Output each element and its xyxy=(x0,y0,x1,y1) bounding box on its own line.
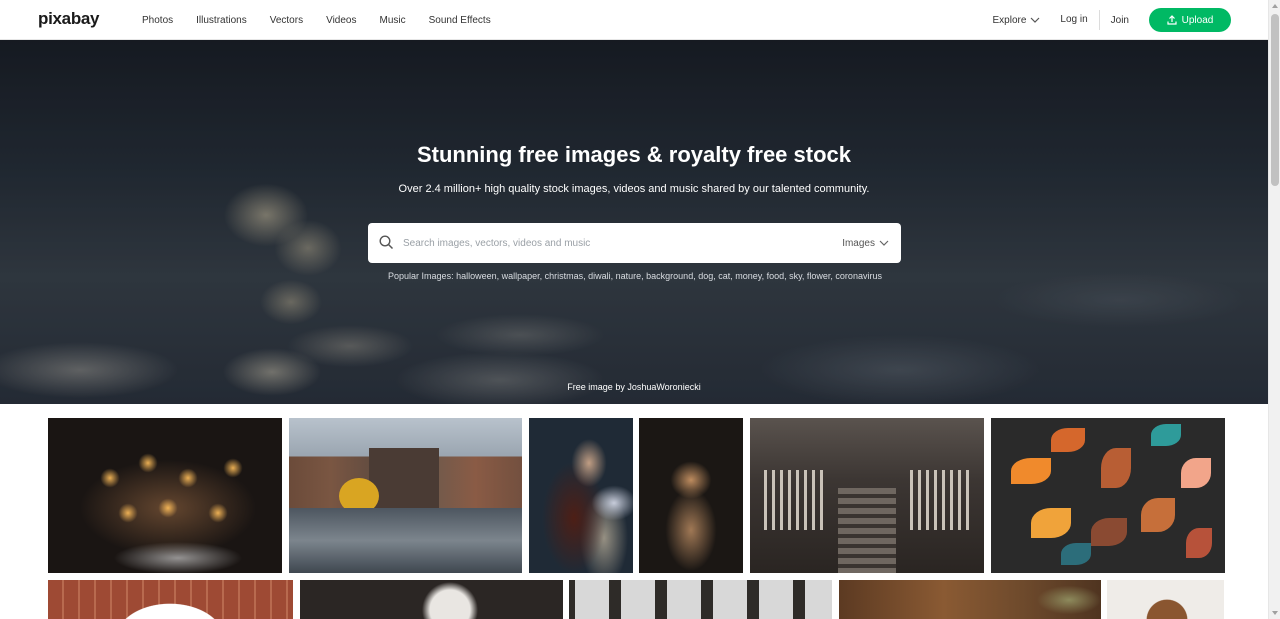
gallery-image-woman-flowers[interactable] xyxy=(529,418,633,573)
account-nav: Explore Log in Join Upload xyxy=(992,0,1231,40)
gallery-image-cat[interactable] xyxy=(639,418,743,573)
leaf-shape xyxy=(1051,428,1085,452)
search-input[interactable] xyxy=(401,223,821,263)
gallery-image-brick-arch[interactable] xyxy=(48,580,293,619)
gallery-image-window[interactable] xyxy=(569,580,832,619)
railing-left xyxy=(764,470,824,530)
nav-music[interactable]: Music xyxy=(379,15,405,26)
upload-icon xyxy=(1167,15,1177,25)
leaf-shape xyxy=(1031,508,1071,538)
leaf-shape xyxy=(1181,458,1211,488)
nav-videos[interactable]: Videos xyxy=(326,15,356,26)
login-link[interactable]: Log in xyxy=(1060,10,1100,30)
scroll-thumb[interactable] xyxy=(1271,14,1279,186)
gallery-image-autumn-ground[interactable] xyxy=(839,580,1101,619)
leaf-shape xyxy=(1101,448,1131,488)
explore-menu[interactable]: Explore xyxy=(992,15,1040,26)
search-type-dropdown[interactable]: Images xyxy=(842,223,889,263)
gallery-image-staircase[interactable] xyxy=(750,418,984,573)
hero-overlay xyxy=(0,40,1268,404)
page-scrollbar[interactable] xyxy=(1268,0,1280,619)
top-navbar: pixabay Photos Illustrations Vectors Vid… xyxy=(0,0,1268,40)
building-shape xyxy=(369,448,439,510)
pixabay-logo[interactable]: pixabay xyxy=(38,9,100,29)
leaf-shape xyxy=(1186,528,1212,558)
gallery-image-candles[interactable] xyxy=(48,418,282,573)
nav-vectors[interactable]: Vectors xyxy=(270,15,303,26)
search-icon[interactable] xyxy=(379,235,394,250)
scroll-up-arrow-icon[interactable] xyxy=(1269,0,1280,12)
hero-subtitle: Over 2.4 million+ high quality stock ima… xyxy=(398,183,870,195)
railing-right xyxy=(910,470,970,530)
leaf-shape xyxy=(1141,498,1175,532)
explore-label: Explore xyxy=(992,14,1027,26)
leaf-shape xyxy=(1151,424,1181,446)
image-credit[interactable]: Free image by JoshuaWoroniecki xyxy=(0,382,1268,392)
search-type-label: Images xyxy=(842,237,875,249)
gallery-image-city-canal[interactable] xyxy=(289,418,522,573)
chevron-down-icon xyxy=(879,240,889,246)
gallery-image-hat[interactable] xyxy=(1107,580,1224,619)
chevron-down-icon xyxy=(1030,17,1040,23)
water-shape xyxy=(289,507,522,573)
steps-shape xyxy=(838,488,896,573)
scroll-down-arrow-icon[interactable] xyxy=(1269,607,1280,619)
leaf-shape xyxy=(1061,543,1091,565)
leaf-shape xyxy=(1091,518,1127,546)
nav-sound-effects[interactable]: Sound Effects xyxy=(429,15,491,26)
search-bar: Images xyxy=(368,223,901,263)
nav-illustrations[interactable]: Illustrations xyxy=(196,15,247,26)
nav-photos[interactable]: Photos xyxy=(142,15,173,26)
leaf-shape xyxy=(1011,458,1051,484)
upload-label: Upload xyxy=(1181,14,1214,26)
upload-button[interactable]: Upload xyxy=(1149,8,1231,32)
popular-searches[interactable]: Popular Images: halloween, wallpaper, ch… xyxy=(384,270,886,283)
gallery-image-autumn-leaves-vector[interactable] xyxy=(991,418,1225,573)
join-link[interactable]: Join xyxy=(1111,15,1129,26)
hero-title: Stunning free images & royalty free stoc… xyxy=(416,142,852,167)
gallery-image-feather[interactable] xyxy=(300,580,563,619)
main-nav: Photos Illustrations Vectors Videos Musi… xyxy=(142,0,514,40)
hero-banner: Stunning free images & royalty free stoc… xyxy=(0,40,1268,404)
